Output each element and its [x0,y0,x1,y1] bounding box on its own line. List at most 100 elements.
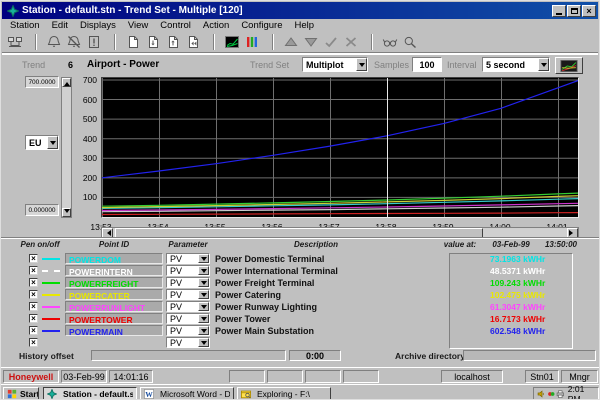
raise-button[interactable] [282,34,300,51]
footer-row: History offset 0:00 Archive directory [1,349,600,363]
point-id-cell[interactable]: POWERMAIN [65,325,163,336]
alarm-button[interactable] [45,34,63,51]
trend-set-select[interactable]: Multiplot [302,57,368,72]
scale-min-box[interactable]: 0.000000 [25,204,59,216]
pen-checkbox[interactable]: × [29,314,38,323]
point-id-cell[interactable]: POWERRUNLIGHT [65,301,163,312]
pen-line-sample [42,258,60,260]
page-back-button[interactable] [184,34,202,51]
menu-displays[interactable]: Displays [74,20,122,31]
parameter-select[interactable]: PV [166,253,210,264]
parameter-dropdown-icon[interactable] [198,326,209,335]
trend-display-button[interactable] [223,34,241,51]
station-button[interactable] [6,34,24,51]
parameter-dropdown-icon[interactable] [198,314,209,323]
interval-dropdown-icon[interactable] [538,58,549,71]
scale-max-box[interactable]: 700.0000 [25,76,59,88]
menu-control[interactable]: Control [154,20,197,31]
parameter-dropdown-icon[interactable] [198,254,209,263]
parameter-select[interactable]: PV [166,265,210,276]
alarm-ack-button[interactable] [85,34,103,51]
samples-value: 100 [419,60,434,70]
pen-checkbox[interactable]: × [29,266,38,275]
trend-number[interactable]: 6 [68,60,73,70]
unit-dropdown-icon[interactable] [47,136,58,149]
parameter-select[interactable]: PV [166,289,210,300]
trend-type-button[interactable] [555,57,583,74]
alarm-silence-icon [66,35,82,49]
interval-select[interactable]: 5 second [482,57,550,72]
taskbar-task-3[interactable]: Exploring - F:\ [237,387,331,400]
parameter-dropdown-icon[interactable] [198,302,209,311]
reject-button[interactable] [342,34,360,51]
volume-icon[interactable] [537,389,546,399]
parameter-dropdown-icon[interactable] [198,278,209,287]
legend-row: ×POWERDOMPVPower Domestic Terminal73.196… [1,253,600,265]
alarm-silence-button[interactable] [65,34,83,51]
start-label: Start [20,389,39,399]
parameter-select[interactable]: PV [166,301,210,312]
point-id-cell[interactable]: POWERINTERN [65,265,163,276]
menu-configure[interactable]: Configure [235,20,288,31]
pen-checkbox[interactable]: × [29,290,38,299]
taskbar-task-2[interactable]: WMicrosoft Word - Document1 [140,387,234,400]
point-id-cell[interactable]: POWERCATER [65,289,163,300]
page-down-button[interactable] [144,34,162,51]
minimize-button[interactable] [552,5,566,17]
zoom-button[interactable] [401,34,419,51]
parameter-select[interactable]: PV [166,337,210,348]
samples-input[interactable]: 100 [412,57,442,72]
legend-row: ×POWERTOWERPVPower Tower16.7173 kWHr [1,313,600,325]
maximize-button[interactable] [567,5,581,17]
point-id-cell[interactable]: POWERFREIGHT [65,277,163,288]
taskbar-task-1[interactable]: Station - default.stn -... [43,387,137,400]
parameter-dropdown-icon[interactable] [198,290,209,299]
point-id-cell[interactable]: POWERTOWER [65,313,163,324]
parameter-select[interactable]: PV [166,277,210,288]
page-button[interactable] [124,34,142,51]
scroll-up-icon[interactable] [62,78,71,87]
page-up-button[interactable] [164,34,182,51]
pen-checkbox[interactable]: × [29,338,38,347]
lower-button[interactable] [302,34,320,51]
trend-plot-canvas[interactable] [102,78,578,217]
accept-button[interactable] [322,34,340,51]
history-offset-value-box[interactable]: 0:00 [289,350,341,361]
group-display-button[interactable] [243,34,261,51]
faceplate-button[interactable] [381,34,399,51]
station-status-tray-icon[interactable] [547,389,556,399]
lower-icon [303,35,319,49]
pen-checkbox[interactable]: × [29,278,38,287]
pen-checkbox[interactable]: × [29,302,38,311]
zoom-icon [402,35,418,49]
description-column-header: Description [266,240,366,249]
trend-set-label: Trend Set [250,60,289,70]
history-offset-input[interactable] [91,350,286,361]
trend-set-dropdown-icon[interactable] [356,58,367,71]
scroll-down-icon[interactable] [62,208,71,217]
series-powertower [102,213,578,215]
parameter-dropdown-icon[interactable] [198,338,209,347]
menu-edit[interactable]: Edit [46,20,74,31]
start-button[interactable]: Start [3,387,39,400]
parameter-dropdown-icon[interactable] [198,266,209,275]
menu-station[interactable]: Station [4,20,46,31]
menu-view[interactable]: View [122,20,154,31]
close-button[interactable]: × [582,5,596,17]
pen-checkbox[interactable]: × [29,254,38,263]
legend-header: Pen on/off Point ID Parameter Descriptio… [1,240,600,253]
parameter-select[interactable]: PV [166,325,210,336]
trend-plot[interactable] [101,77,579,218]
printer-tray-icon[interactable] [556,389,565,399]
archive-directory-input[interactable] [463,350,596,361]
pen-line-sample [42,294,60,296]
status-date: 03-Feb-99 [61,370,107,383]
menu-help[interactable]: Help [289,20,321,31]
y-tick-label: 300 [71,153,97,163]
unit-select[interactable]: EU [25,135,59,150]
point-id-cell[interactable]: POWERDOM [65,253,163,264]
menu-action[interactable]: Action [197,20,235,31]
status-brand: Honeywell [3,370,59,383]
parameter-select[interactable]: PV [166,313,210,324]
pen-checkbox[interactable]: × [29,326,38,335]
